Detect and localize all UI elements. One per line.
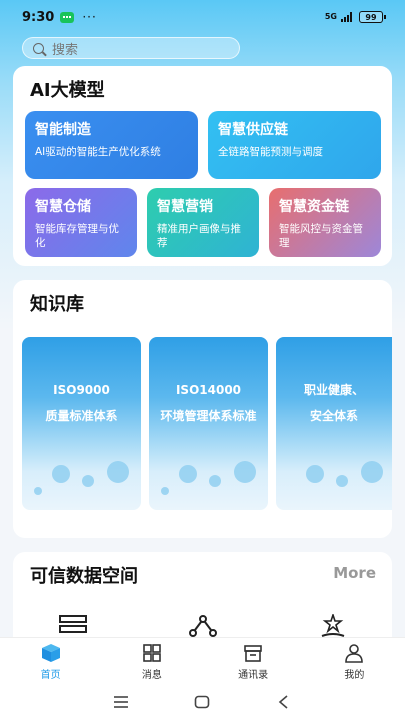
nav-label: 通讯录 [238, 670, 269, 681]
star-hand-icon[interactable] [318, 614, 348, 638]
search-placeholder: 搜索 [52, 42, 79, 58]
kb-item-line2: 环境管理体系标准 [160, 409, 257, 423]
status-time: 9:30 [22, 9, 55, 25]
kb-item-line1: 职业健康、 [303, 383, 364, 397]
ai-section-title: AI大模型 [30, 80, 105, 101]
kb-item-line1: ISO9000 [53, 383, 110, 397]
search-icon [33, 42, 44, 54]
back-icon[interactable] [276, 694, 292, 709]
ai-models-card: AI大模型 智能制造 AI驱动的智能生产优化系统 智慧供应链 全链路智能预测与调… [13, 66, 392, 266]
battery-icon: 99 [359, 11, 386, 23]
kb-item-line2: 安全体系 [309, 409, 358, 423]
notification-dots: ··· [82, 10, 97, 24]
kb-item-iso9000[interactable]: ISO9000 质量标准体系 [22, 337, 141, 510]
trusted-section-title: 可信数据空间 [30, 566, 138, 587]
server-icon[interactable] [58, 614, 88, 638]
bottom-nav: 首页 消息 通讯录 我的 [0, 637, 405, 683]
tile-smart-supply-chain[interactable]: 智慧供应链 全链路智能预测与调度 [208, 111, 381, 179]
tile-smart-warehouse[interactable]: 智慧仓储 智能库存管理与优化 [25, 188, 137, 257]
tile-desc: 智能库存管理与优化 [35, 223, 119, 249]
wechat-icon [60, 11, 75, 23]
nav-label: 我的 [344, 670, 365, 681]
search-input[interactable]: 搜索 [22, 37, 240, 59]
user-icon [345, 644, 364, 663]
network-nodes-icon[interactable] [188, 614, 218, 638]
tile-title: 智慧供应链 [218, 122, 288, 138]
knowledge-card: 知识库 ISO9000 质量标准体系 ISO14000 环境管理体系标准 职业健… [13, 280, 392, 538]
tile-title: 智慧营销 [157, 199, 213, 215]
kb-item-ohs[interactable]: 职业健康、 安全体系 [276, 337, 392, 510]
more-link[interactable]: More [333, 564, 376, 582]
nav-messages[interactable]: 消息 [101, 638, 202, 683]
tile-title: 智慧资金链 [279, 199, 349, 215]
tile-desc: AI驱动的智能生产优化系统 [35, 146, 161, 158]
nav-label: 消息 [141, 670, 162, 681]
kb-item-iso14000[interactable]: ISO14000 环境管理体系标准 [149, 337, 268, 510]
nav-contacts[interactable]: 通讯录 [203, 638, 304, 683]
grid-icon [143, 644, 161, 662]
signal-icon [341, 12, 352, 22]
tile-smart-marketing[interactable]: 智慧营销 精准用户画像与推荐 [147, 188, 259, 257]
system-nav [0, 683, 405, 720]
menu-icon[interactable] [113, 695, 129, 709]
tile-desc: 智能风控与资金管理 [279, 223, 363, 249]
tile-smart-fund-chain[interactable]: 智慧资金链 智能风控与资金管理 [269, 188, 381, 257]
tile-desc: 全链路智能预测与调度 [218, 146, 323, 158]
nav-home[interactable]: 首页 [0, 638, 101, 683]
network-type: 5G [324, 12, 337, 21]
tile-smart-manufacturing[interactable]: 智能制造 AI驱动的智能生产优化系统 [25, 111, 198, 179]
home-icon[interactable] [194, 695, 210, 709]
nav-label: 首页 [40, 670, 61, 681]
tile-desc: 精准用户画像与推荐 [157, 223, 241, 249]
kb-item-line1: ISO14000 [175, 383, 242, 397]
nav-profile[interactable]: 我的 [304, 638, 405, 683]
tile-title: 智慧仓储 [35, 199, 91, 215]
cube-icon [41, 644, 60, 662]
knowledge-section-title: 知识库 [30, 294, 84, 315]
battery-level: 99 [365, 12, 377, 22]
kb-item-line2: 质量标准体系 [45, 409, 118, 423]
box-icon [244, 645, 262, 662]
status-bar: 9:30 ··· 5G 99 [0, 0, 405, 34]
tile-title: 智能制造 [35, 122, 91, 138]
